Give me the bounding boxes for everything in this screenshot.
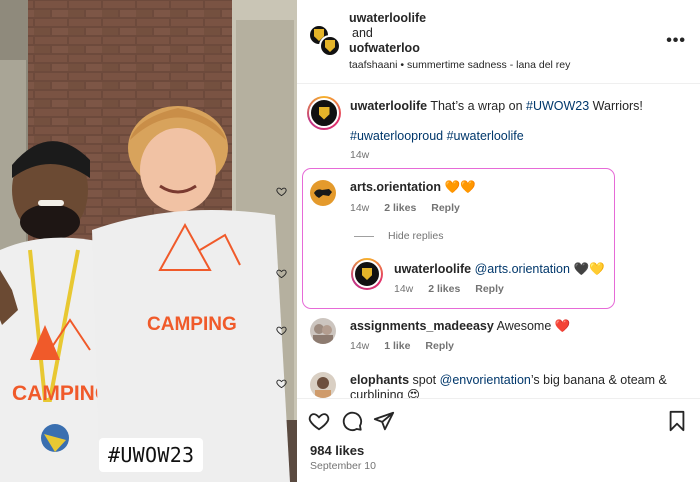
caption-hashtags[interactable]: #uwaterlooproud #uwaterloolife <box>350 129 524 143</box>
avatar <box>319 35 341 57</box>
post-header: uwaterloolife and uofwaterloo taafshaani… <box>297 0 700 84</box>
share-icon[interactable] <box>373 410 395 432</box>
username-link[interactable]: uwaterloolife <box>349 11 426 26</box>
shirt-print-right: CAMPING <box>147 314 237 335</box>
comment-text: assignments_madeeasy Awesome ❤️ <box>350 319 570 334</box>
likes-count[interactable]: 984 likes <box>310 443 364 458</box>
likes-count[interactable]: 2 likes <box>428 283 460 295</box>
heart-icon[interactable] <box>276 378 287 389</box>
username-link[interactable]: uwaterloolife <box>394 262 471 276</box>
username-link[interactable]: uofwaterloo <box>349 41 426 56</box>
and-text: and <box>352 26 373 40</box>
username-link[interactable]: uwaterloolife <box>350 99 427 113</box>
audio-info: taafshaani • summertime sadness - lana d… <box>349 59 570 71</box>
reply-button[interactable]: Reply <box>431 202 460 214</box>
audio-user-link[interactable]: taafshaani <box>349 59 397 71</box>
mention-link[interactable]: @envorientation <box>440 373 531 387</box>
divider <box>354 235 374 237</box>
post-date: September 10 <box>310 460 376 472</box>
mention-link[interactable]: @arts.orientation <box>475 262 570 276</box>
caption-body: That’s a wrap on <box>430 99 526 113</box>
username-link[interactable]: elophants <box>350 373 409 387</box>
heart-icon[interactable] <box>276 325 287 336</box>
heart-icon[interactable] <box>276 186 287 197</box>
shirt-print-left: CAMPING <box>12 382 111 405</box>
audio-track-link[interactable]: summertime sadness - lana del rey <box>407 59 570 71</box>
avatar[interactable] <box>310 180 336 206</box>
avatar[interactable] <box>351 258 383 290</box>
caption-body-end: Warriors! <box>589 99 643 113</box>
avatar[interactable] <box>307 96 341 130</box>
heart-icon[interactable] <box>308 410 330 432</box>
post-photo: CAMPING CAMPING #UWOW23 <box>0 0 297 482</box>
crest-icon <box>362 268 372 280</box>
photo-scene: CAMPING CAMPING <box>0 0 297 482</box>
comment-body: 🖤💛 <box>573 262 605 276</box>
user-photo-icon <box>315 377 331 398</box>
reply-button[interactable]: Reply <box>425 340 454 352</box>
crest-icon <box>318 106 330 120</box>
post-details-panel: uwaterloolife and uofwaterloo taafshaani… <box>276 0 700 482</box>
caption-timestamp: 14w <box>350 149 370 161</box>
post-actions: 984 likes September 10 <box>297 398 700 482</box>
crest-icon <box>325 40 335 52</box>
more-options-button[interactable]: ••• <box>666 32 686 50</box>
username-link[interactable]: arts.orientation <box>350 180 441 194</box>
comment-body: 🧡🧡 <box>444 180 476 194</box>
comment-meta: 14w 2 likes Reply <box>394 283 516 295</box>
bookmark-icon[interactable] <box>666 410 688 432</box>
comment-time: 14w <box>394 283 414 295</box>
caption-text: uwaterloolife That’s a wrap on #UWOW23 W… <box>350 99 685 114</box>
likes-count[interactable]: 1 like <box>384 340 410 352</box>
comment-text: uwaterloolife @arts.orientation 🖤💛 <box>394 262 605 277</box>
avatar[interactable] <box>310 372 336 398</box>
username-link[interactable]: assignments_madeeasy <box>350 319 494 333</box>
hide-replies-button[interactable]: Hide replies <box>354 230 443 242</box>
avatar[interactable] <box>310 318 336 344</box>
comment-time: 14w <box>350 202 370 214</box>
comment-meta: 14w 2 likes Reply <box>350 202 472 214</box>
collab-usernames: uwaterloolife and uofwaterloo <box>349 11 426 56</box>
comment-meta: 14w 1 like Reply <box>350 340 466 352</box>
likes-count[interactable]: 2 likes <box>384 202 416 214</box>
reply-button[interactable]: Reply <box>475 283 504 295</box>
hashtag-link[interactable]: #UWOW23 <box>526 99 589 113</box>
comment-time: 14w <box>350 340 370 352</box>
hashtag-sticker: #UWOW23 <box>99 438 204 472</box>
comment-icon[interactable] <box>341 410 363 432</box>
comment-body: Awesome ❤️ <box>496 319 571 333</box>
comment-text: arts.orientation 🧡🧡 <box>350 180 476 195</box>
user-photo-icon <box>313 324 333 344</box>
collab-avatars[interactable] <box>308 24 342 58</box>
hide-replies-label: Hide replies <box>388 230 444 242</box>
comment-body: spot <box>412 373 440 387</box>
heart-icon[interactable] <box>276 268 287 279</box>
bull-icon <box>314 189 332 198</box>
comment-body-end: ’s big banana & oteam & <box>530 373 667 387</box>
separator: • <box>400 59 405 71</box>
comment-text: elophants spot @envorientation’s big ban… <box>350 373 667 388</box>
